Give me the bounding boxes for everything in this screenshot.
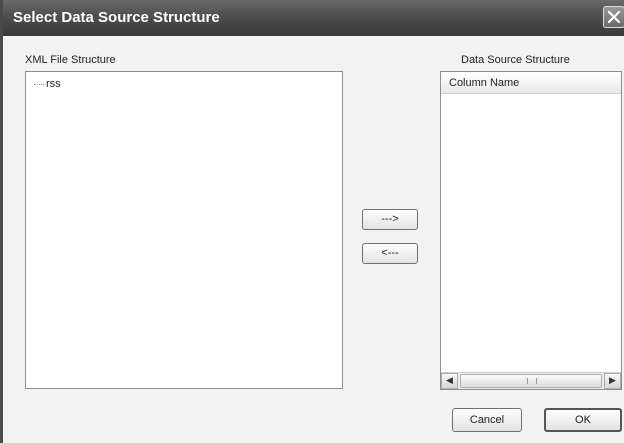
remove-from-data-source-button[interactable]: <--- [362,243,418,264]
title-bar[interactable]: Select Data Source Structure [3,0,624,36]
tree-connector [34,83,44,85]
select-data-source-dialog: Select Data Source Structure XML File St… [0,0,624,443]
grip-icon [527,378,537,384]
cancel-button[interactable]: Cancel [452,408,522,432]
close-button[interactable] [603,6,624,28]
tree-node-rss[interactable]: rss [34,78,61,90]
horizontal-scrollbar[interactable]: ◀ ▶ [441,372,621,389]
dialog-title: Select Data Source Structure [13,9,220,26]
close-icon [607,10,621,24]
xml-file-structure-label: XML File Structure [25,54,116,66]
ok-button[interactable]: OK [544,408,622,432]
tree-node-label: rss [46,78,61,90]
add-to-data-source-button[interactable]: ---> [362,209,418,230]
chevron-left-icon: ◀ [446,376,453,386]
data-source-structure-label: Data Source Structure [461,54,570,66]
scroll-left-button[interactable]: ◀ [441,373,458,389]
chevron-right-icon: ▶ [609,376,616,386]
xml-tree-panel[interactable]: rss [25,71,343,389]
scroll-thumb[interactable] [460,374,602,388]
data-source-list-panel[interactable]: Column Name ◀ ▶ [440,71,622,390]
column-name-header[interactable]: Column Name [441,72,621,94]
scroll-right-button[interactable]: ▶ [604,373,621,389]
